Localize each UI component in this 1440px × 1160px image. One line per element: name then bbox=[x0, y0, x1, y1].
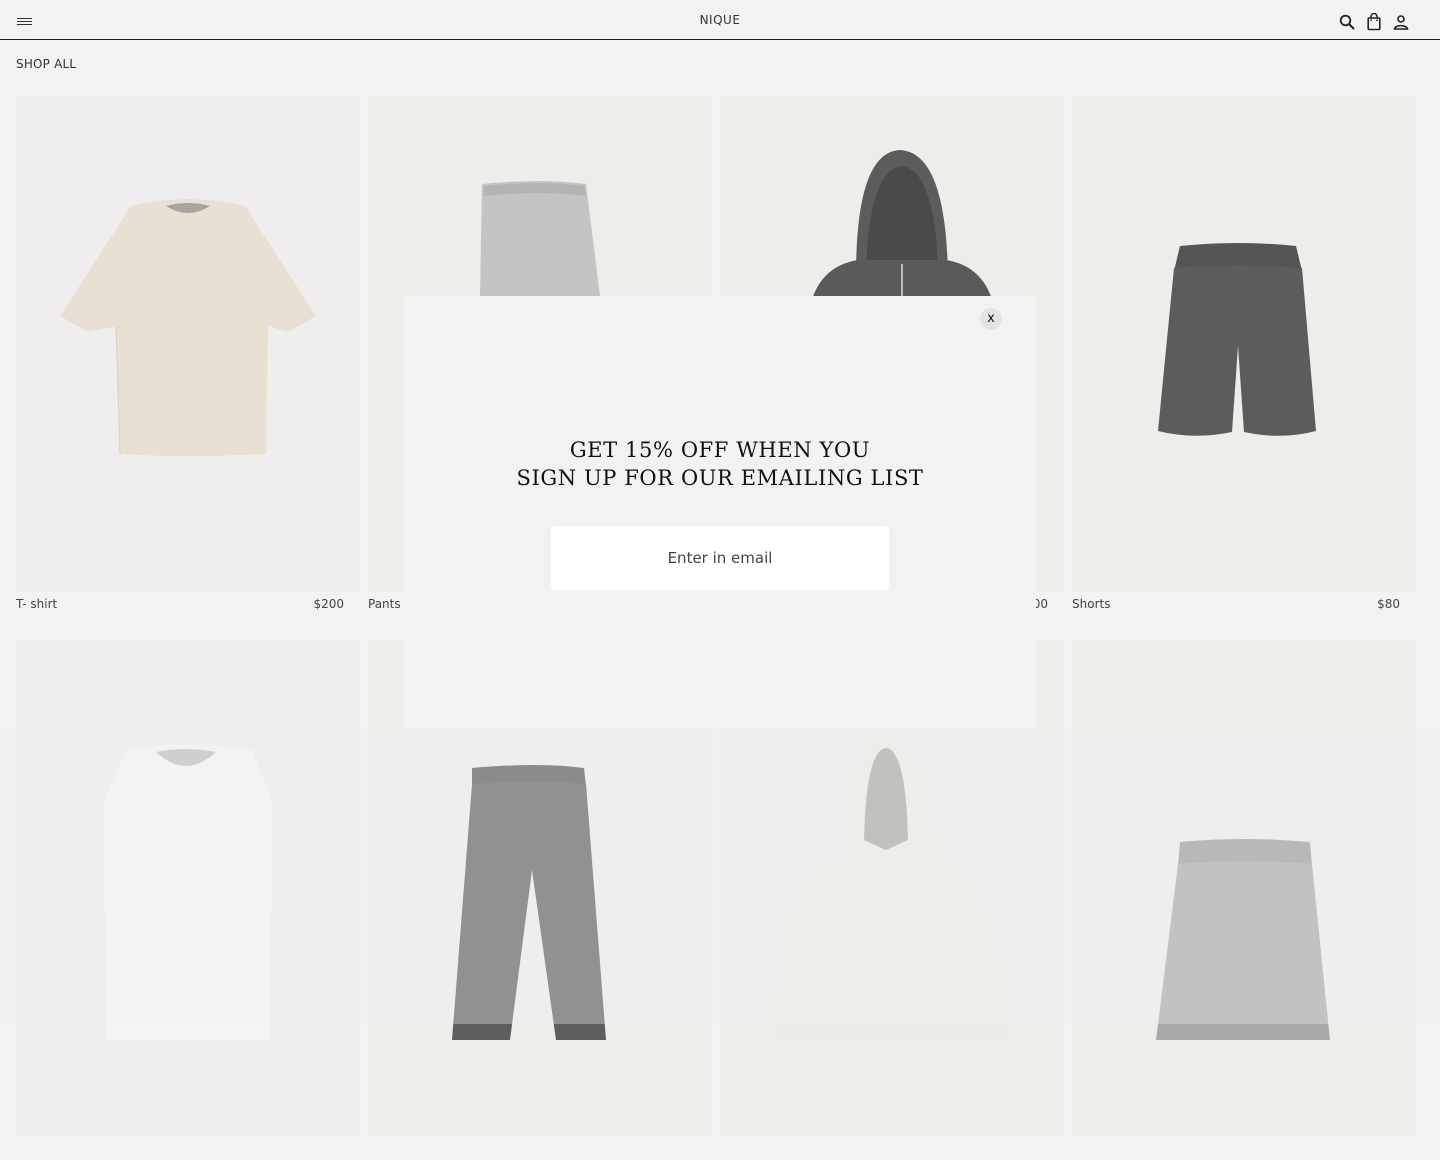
product-info bbox=[16, 1136, 360, 1160]
product-info bbox=[368, 1136, 712, 1160]
product-name[interactable]: Pants bbox=[368, 597, 401, 611]
modal-title: GET 15% OFF WHEN YOU SIGN UP FOR OUR EMA… bbox=[516, 438, 924, 490]
product-info: Shorts $80 bbox=[1072, 592, 1416, 616]
product-card[interactable] bbox=[1072, 640, 1416, 1160]
product-image[interactable] bbox=[16, 96, 360, 592]
product-card[interactable] bbox=[16, 640, 360, 1160]
shop-all-heading[interactable]: SHOP ALL bbox=[16, 57, 76, 71]
product-image[interactable] bbox=[1072, 96, 1416, 592]
shopping-bag-icon[interactable] bbox=[1365, 12, 1383, 31]
product-image[interactable] bbox=[1072, 640, 1416, 1136]
product-image[interactable] bbox=[16, 640, 360, 1136]
email-field[interactable] bbox=[551, 526, 889, 590]
product-name[interactable]: Shorts bbox=[1072, 597, 1110, 611]
product-info bbox=[720, 1136, 1064, 1160]
product-price: $200 bbox=[313, 597, 344, 611]
product-card[interactable]: Shorts $80 bbox=[1072, 96, 1416, 616]
product-info: T- shirt $200 bbox=[16, 592, 360, 616]
product-info bbox=[1072, 1136, 1416, 1160]
account-icon[interactable] bbox=[1392, 13, 1410, 31]
close-button[interactable]: x bbox=[980, 308, 1002, 330]
grey-shorts-image bbox=[1156, 839, 1330, 1040]
product-name[interactable]: T- shirt bbox=[16, 597, 57, 611]
search-icon[interactable] bbox=[1338, 13, 1356, 31]
tshirt-image bbox=[60, 199, 316, 456]
tank-top-image bbox=[104, 745, 272, 1040]
shorts-image bbox=[1158, 243, 1316, 436]
email-signup-modal: x GET 15% OFF WHEN YOU SIGN UP FOR OUR E… bbox=[404, 296, 1036, 728]
header-icon-group bbox=[1338, 12, 1410, 31]
product-card[interactable]: T- shirt $200 bbox=[16, 96, 360, 616]
top-header: NIQUE bbox=[0, 0, 1440, 40]
brand-logo[interactable]: NIQUE bbox=[0, 13, 1440, 27]
product-price: $80 bbox=[1377, 597, 1400, 611]
